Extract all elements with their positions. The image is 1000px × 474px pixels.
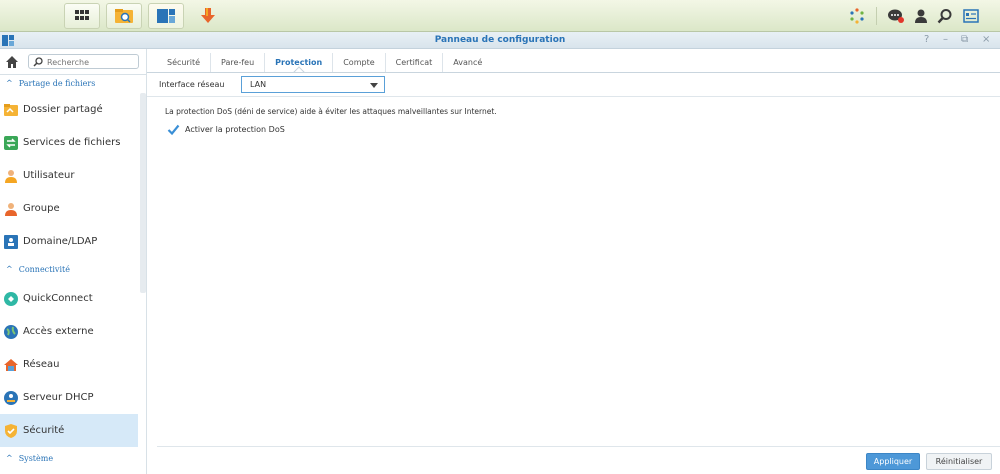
- sidebar-search[interactable]: [28, 54, 139, 69]
- sidebar-item-external-access[interactable]: Accès externe: [0, 315, 138, 348]
- home-icon[interactable]: [5, 55, 19, 69]
- tab-certificate[interactable]: Certificat: [386, 53, 444, 72]
- grid-menu-icon: [75, 10, 89, 20]
- network-interface-label: Interface réseau: [159, 80, 225, 89]
- network-interface-row: Interface réseau LAN: [147, 73, 1000, 97]
- sidebar-item-label: Dossier partagé: [23, 104, 103, 115]
- chevron-up-icon: ^: [6, 79, 13, 88]
- section-label: Système: [18, 454, 54, 463]
- folder-icon: [4, 103, 18, 116]
- sidebar-toolbar: [0, 49, 147, 75]
- sidebar-item-label: Accès externe: [23, 326, 94, 337]
- search-icon: [33, 57, 43, 67]
- sidebar-item-label: Domaine/LDAP: [23, 236, 98, 247]
- tab-security[interactable]: Sécurité: [157, 53, 212, 72]
- network-interface-select[interactable]: LAN: [241, 76, 385, 93]
- file-station-button[interactable]: [106, 3, 142, 29]
- chevron-down-icon: [370, 83, 378, 88]
- minimize-icon[interactable]: –: [943, 34, 948, 45]
- folder-search-icon: [115, 9, 133, 23]
- select-value: LAN: [250, 80, 267, 89]
- dhcp-icon: [4, 390, 18, 405]
- tab-firewall[interactable]: Pare-feu: [211, 53, 266, 72]
- window-titlebar[interactable]: Panneau de configuration ? – ⧉ ×: [0, 32, 1000, 49]
- main-menu-button[interactable]: [64, 3, 100, 29]
- download-station-button[interactable]: [190, 3, 226, 29]
- maximize-icon[interactable]: ⧉: [961, 34, 968, 45]
- chevron-up-icon: ^: [6, 265, 13, 274]
- taskbar-separator: [876, 7, 877, 25]
- tab-protection[interactable]: Protection: [265, 53, 334, 72]
- widget-panel-icon: [963, 9, 979, 23]
- user-icon: [5, 169, 17, 183]
- resource-monitor-button[interactable]: [846, 5, 868, 27]
- main-panel: Sécurité Pare-feu Protection Compte Cert…: [147, 49, 1000, 474]
- network-house-icon: [4, 358, 18, 371]
- user-icon: [915, 9, 927, 23]
- quickconnect-icon: [4, 291, 18, 306]
- footer-divider: [157, 446, 1000, 447]
- section-connectivity[interactable]: ^ Connectivité: [0, 262, 140, 277]
- sidebar-item-label: Groupe: [23, 203, 60, 214]
- sidebar-item-quickconnect[interactable]: QuickConnect: [0, 282, 138, 315]
- notifications-button[interactable]: [885, 5, 907, 27]
- chat-notification-icon: [888, 9, 904, 23]
- widgets-button[interactable]: [960, 5, 982, 27]
- group-icon: [5, 202, 17, 216]
- sidebar-item-label: Services de fichiers: [23, 137, 121, 148]
- sidebar-item-label: Réseau: [23, 359, 60, 370]
- window-title: Panneau de configuration: [434, 35, 566, 45]
- sidebar-item-label: Sécurité: [23, 425, 65, 436]
- taskbar: [0, 0, 1000, 32]
- domain-icon: [4, 234, 18, 249]
- help-icon[interactable]: ?: [924, 34, 929, 45]
- spinner-dots-icon: [850, 8, 864, 24]
- sidebar-item-security[interactable]: Sécurité: [0, 414, 138, 447]
- tab-advanced[interactable]: Avancé: [443, 53, 492, 72]
- control-panel-icon: [157, 9, 175, 23]
- close-icon[interactable]: ×: [982, 34, 990, 45]
- download-arrow-icon: [201, 8, 215, 23]
- dos-protection-option[interactable]: Activer la protection DoS: [167, 123, 285, 136]
- control-panel-window: Panneau de configuration ? – ⧉ × ^ Parta…: [0, 32, 1000, 474]
- section-label: Connectivité: [18, 265, 70, 274]
- sidebar: ^ Partage de fichiers Dossier partagé Se…: [0, 49, 147, 474]
- shield-icon: [5, 423, 17, 438]
- search-icon: [937, 9, 952, 24]
- sidebar-item-domain-ldap[interactable]: Domaine/LDAP: [0, 225, 138, 258]
- dos-protection-label: Activer la protection DoS: [185, 125, 285, 134]
- sidebar-scrollbar[interactable]: [140, 93, 146, 293]
- sidebar-item-group[interactable]: Groupe: [0, 192, 138, 225]
- sidebar-item-network[interactable]: Réseau: [0, 348, 138, 381]
- tab-account[interactable]: Compte: [333, 53, 386, 72]
- sidebar-item-shared-folder[interactable]: Dossier partagé: [0, 93, 138, 126]
- control-panel-taskbar-button[interactable]: [148, 3, 184, 29]
- sidebar-item-label: QuickConnect: [23, 293, 93, 304]
- dos-description: La protection DoS (déni de service) aide…: [165, 107, 497, 116]
- sidebar-item-user[interactable]: Utilisateur: [0, 159, 138, 192]
- search-button[interactable]: [934, 5, 956, 27]
- section-system[interactable]: ^ Système: [0, 451, 140, 466]
- tab-bar: Sécurité Pare-feu Protection Compte Cert…: [157, 53, 492, 72]
- sidebar-item-label: Utilisateur: [23, 170, 75, 181]
- sidebar-item-dhcp-server[interactable]: Serveur DHCP: [0, 381, 138, 414]
- user-options-button[interactable]: [910, 5, 932, 27]
- sidebar-item-file-services[interactable]: Services de fichiers: [0, 126, 138, 159]
- apply-button[interactable]: Appliquer: [866, 453, 920, 470]
- chevron-up-icon: ^: [6, 454, 13, 463]
- dos-protection-checkbox[interactable]: [167, 123, 180, 136]
- reset-button[interactable]: Réinitialiser: [926, 453, 992, 470]
- globe-icon: [4, 324, 18, 339]
- file-services-icon: [4, 135, 18, 150]
- search-input[interactable]: [47, 56, 137, 68]
- section-label: Partage de fichiers: [18, 79, 96, 88]
- sidebar-item-label: Serveur DHCP: [23, 392, 94, 403]
- section-file-sharing[interactable]: ^ Partage de fichiers: [0, 76, 140, 91]
